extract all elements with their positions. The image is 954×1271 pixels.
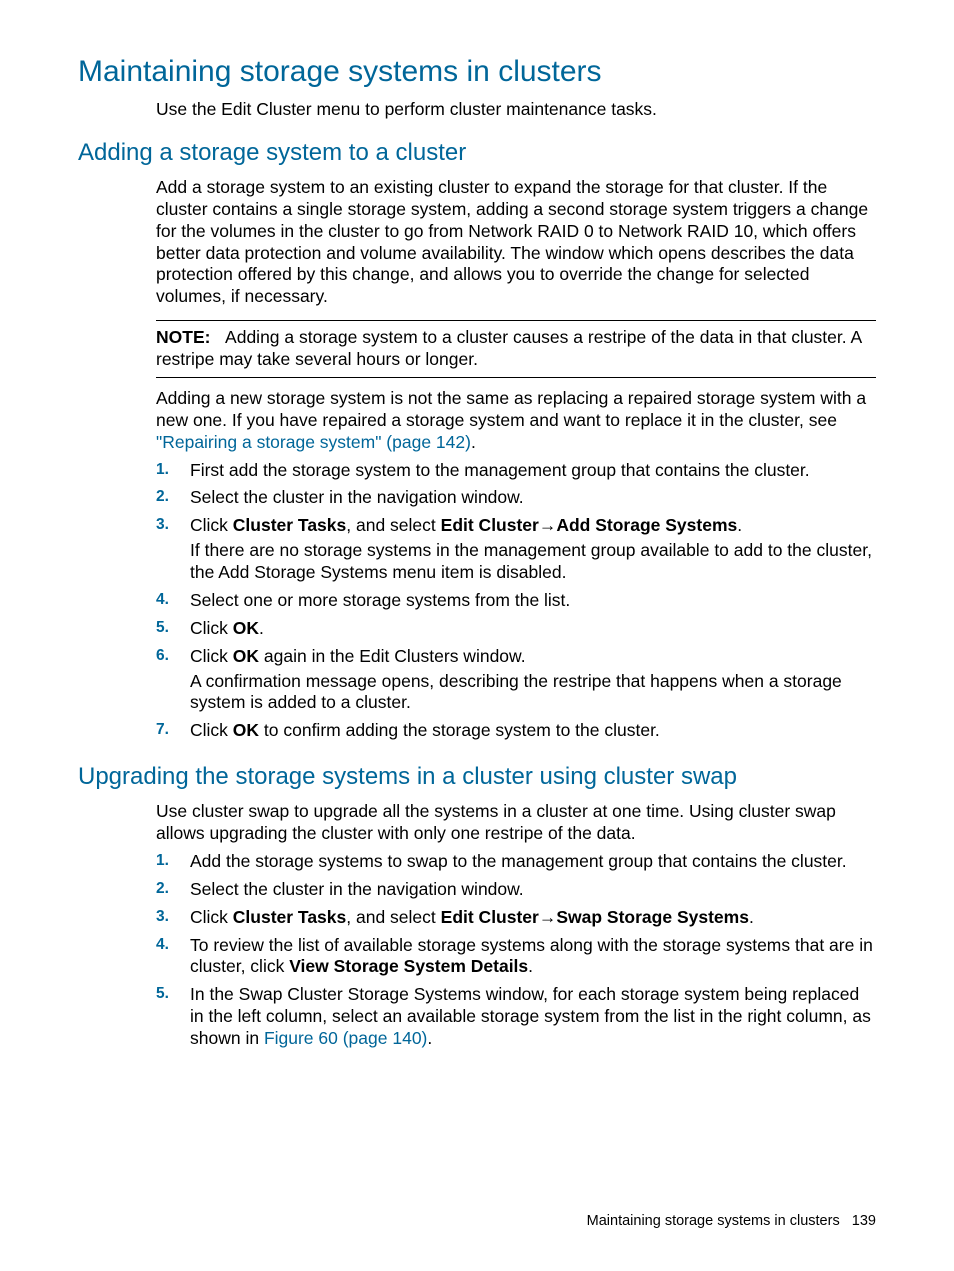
- ordered-list: 1. Add the storage systems to swap to th…: [156, 851, 876, 1053]
- intro-block: Use the Edit Cluster menu to perform clu…: [156, 99, 876, 121]
- list-item: 5. Click OK.: [156, 618, 876, 643]
- list-item: 4. To review the list of available stora…: [156, 935, 876, 982]
- note-label: NOTE:: [156, 327, 210, 347]
- step-number: 6.: [156, 646, 190, 666]
- heading-1: Maintaining storage systems in clusters: [78, 55, 876, 89]
- step-text: Click OK.: [190, 618, 876, 640]
- step-text: Click Cluster Tasks, and select Edit Clu…: [190, 515, 876, 537]
- heading-2-adding: Adding a storage system to a cluster: [78, 139, 876, 167]
- document-page: Maintaining storage systems in clusters …: [0, 0, 954, 1096]
- step-number: 7.: [156, 720, 190, 740]
- step-text: Click OK again in the Edit Clusters wind…: [190, 646, 876, 668]
- link-figure-60[interactable]: Figure 60 (page 140): [264, 1028, 427, 1048]
- step-number: 5.: [156, 984, 190, 1004]
- step-number: 3.: [156, 907, 190, 927]
- step-number: 1.: [156, 851, 190, 871]
- paragraph: Add a storage system to an existing clus…: [156, 177, 876, 308]
- list-item: 2. Select the cluster in the navigation …: [156, 487, 876, 512]
- step-number: 2.: [156, 487, 190, 507]
- step-number: 3.: [156, 515, 190, 535]
- arrow-icon: →: [539, 907, 557, 927]
- link-repairing[interactable]: "Repairing a storage system" (page 142): [156, 432, 471, 452]
- note-text: NOTE: Adding a storage system to a clust…: [156, 327, 876, 371]
- step-text: To review the list of available storage …: [190, 935, 876, 979]
- list-item: 6. Click OK again in the Edit Clusters w…: [156, 646, 876, 718]
- step-number: 1.: [156, 460, 190, 480]
- paragraph: Use cluster swap to upgrade all the syst…: [156, 801, 876, 845]
- step-subtext: If there are no storage systems in the m…: [190, 540, 876, 584]
- paragraph: Adding a new storage system is not the s…: [156, 388, 876, 454]
- step-text: Select the cluster in the navigation win…: [190, 879, 876, 901]
- list-item: 3. Click Cluster Tasks, and select Edit …: [156, 515, 876, 587]
- list-item: 2. Select the cluster in the navigation …: [156, 879, 876, 904]
- ordered-list: 1. First add the storage system to the m…: [156, 460, 876, 746]
- step-text: First add the storage system to the mana…: [190, 460, 876, 482]
- step-text: Select one or more storage systems from …: [190, 590, 876, 612]
- list-item: 1. Add the storage systems to swap to th…: [156, 851, 876, 876]
- page-footer: Maintaining storage systems in clusters …: [587, 1213, 876, 1229]
- step-number: 2.: [156, 879, 190, 899]
- step-text: Add the storage systems to swap to the m…: [190, 851, 876, 873]
- list-item: 3. Click Cluster Tasks, and select Edit …: [156, 907, 876, 932]
- heading-2-upgrading: Upgrading the storage systems in a clust…: [78, 763, 876, 791]
- section-upgrading-body: Use cluster swap to upgrade all the syst…: [156, 801, 876, 1053]
- list-item: 7. Click OK to confirm adding the storag…: [156, 720, 876, 745]
- note-body: Adding a storage system to a cluster cau…: [156, 327, 861, 369]
- step-number: 4.: [156, 590, 190, 610]
- step-text: Click Cluster Tasks, and select Edit Clu…: [190, 907, 876, 929]
- note-box: NOTE: Adding a storage system to a clust…: [156, 320, 876, 378]
- step-text: Select the cluster in the navigation win…: [190, 487, 876, 509]
- list-item: 1. First add the storage system to the m…: [156, 460, 876, 485]
- list-item: 4. Select one or more storage systems fr…: [156, 590, 876, 615]
- step-number: 5.: [156, 618, 190, 638]
- footer-text: Maintaining storage systems in clusters: [587, 1213, 840, 1229]
- list-item: 5. In the Swap Cluster Storage Systems w…: [156, 984, 876, 1053]
- arrow-icon: →: [539, 515, 557, 535]
- section-adding-body: Add a storage system to an existing clus…: [156, 177, 876, 745]
- step-text: In the Swap Cluster Storage Systems wind…: [190, 984, 876, 1050]
- step-text: Click OK to confirm adding the storage s…: [190, 720, 876, 742]
- intro-paragraph: Use the Edit Cluster menu to perform clu…: [156, 99, 876, 121]
- page-number: 139: [852, 1213, 876, 1229]
- step-number: 4.: [156, 935, 190, 955]
- step-subtext: A confirmation message opens, describing…: [190, 671, 876, 715]
